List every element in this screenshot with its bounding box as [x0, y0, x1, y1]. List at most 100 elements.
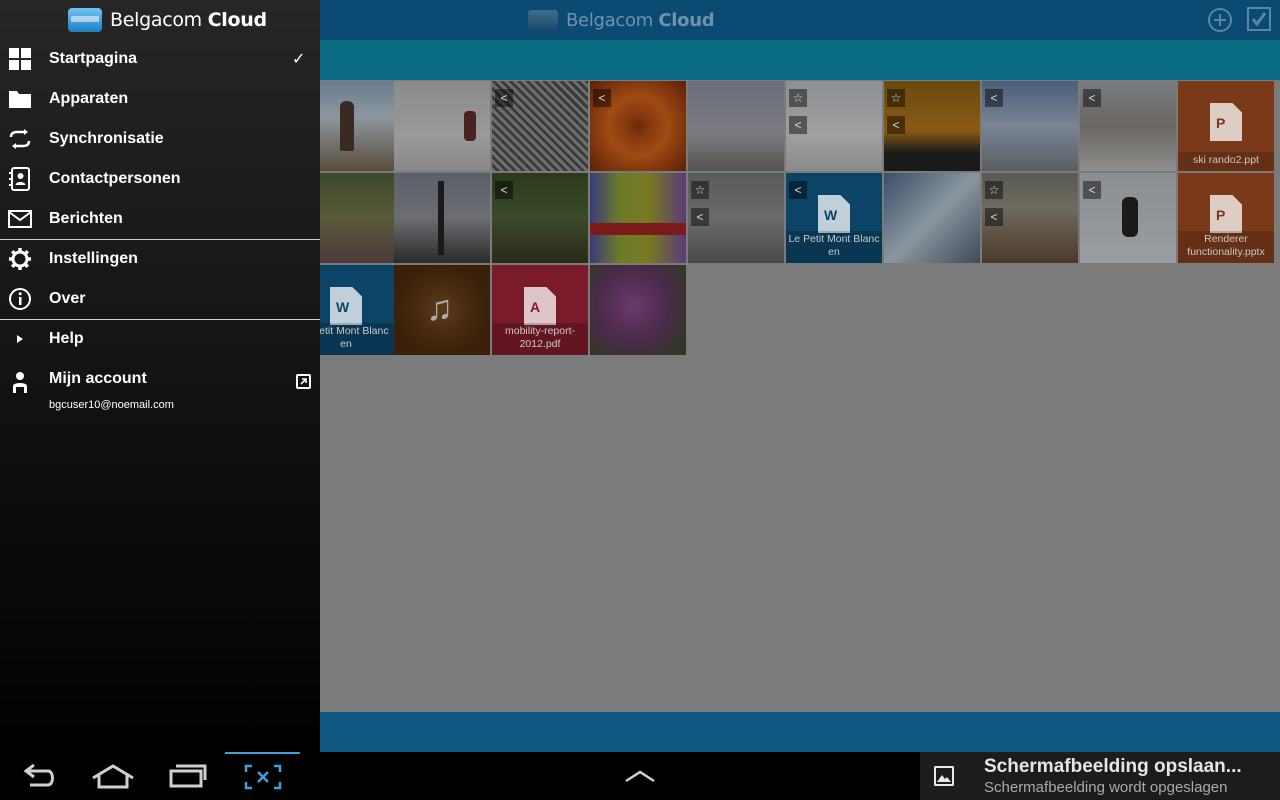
share-icon: < — [495, 181, 513, 199]
menu-item-label: Contactpersonen — [49, 170, 181, 187]
back-button[interactable] — [4, 752, 74, 800]
grid-icon — [9, 48, 31, 70]
menu-item-synchronisatie[interactable]: Synchronisatie — [0, 119, 320, 159]
menu-item-label: Mijn account — [49, 370, 147, 387]
play-icon — [17, 335, 23, 343]
screenshot-icon — [244, 764, 282, 790]
music-icon: ♫ — [426, 287, 453, 328]
grid-tile[interactable]: < — [1080, 81, 1176, 171]
star-icon[interactable]: ☆ — [985, 181, 1003, 199]
app-brand-dimmed: Belgacom Cloud — [528, 7, 715, 33]
tile-caption: Renderer functionality.pptx — [1178, 231, 1274, 263]
menu-item-instellingen[interactable]: Instellingen — [0, 239, 320, 279]
menu-item-startpagina[interactable]: Startpagina ✓ — [0, 39, 320, 79]
add-icon[interactable] — [1208, 8, 1232, 32]
external-link-icon[interactable] — [296, 374, 311, 389]
grid-tile[interactable]: < — [1080, 173, 1176, 263]
grid-tile[interactable] — [884, 173, 980, 263]
grid-tile[interactable] — [590, 265, 686, 355]
screen: Belgacom Cloud < < ☆ < ☆ < < < P ski ran… — [0, 0, 1280, 800]
menu-item-label: Help — [49, 330, 84, 347]
drawer-header: Belgacom Cloud — [0, 0, 320, 38]
screenshot-button[interactable] — [228, 752, 298, 800]
menu-item-label: Over — [49, 290, 86, 307]
grid-tile[interactable]: ☆ < — [884, 81, 980, 171]
tile-caption: mobility-report-2012.pdf — [492, 323, 588, 355]
menu-item-label: Startpagina — [49, 50, 138, 67]
menu-item-label: Apparaten — [49, 90, 129, 107]
info-icon — [9, 288, 31, 310]
grid-tile[interactable]: ☆ < — [982, 173, 1078, 263]
home-button[interactable] — [78, 752, 148, 800]
tile-caption: Le Petit Mont Blanc en — [786, 231, 882, 263]
share-icon: < — [593, 89, 611, 107]
menu-item-apparaten[interactable]: Apparaten — [0, 79, 320, 119]
app-title-regular: Belgacom — [110, 9, 202, 31]
menu-item-label: Synchronisatie — [49, 130, 164, 147]
contacts-icon — [9, 167, 30, 191]
share-icon: < — [985, 208, 1003, 226]
grid-tile[interactable]: < — [492, 81, 588, 171]
notification-title: Schermafbeelding opslaan... — [984, 756, 1242, 777]
belgacom-logo-icon — [68, 8, 102, 32]
selected-check-icon: ✓ — [292, 51, 306, 68]
grid-tile[interactable]: A mobility-report-2012.pdf — [492, 265, 588, 355]
account-email: bgcuser10@noemail.com — [49, 399, 174, 411]
notification-subtitle: Schermafbeelding wordt opgeslagen — [984, 779, 1228, 796]
belgacom-logo-icon — [528, 10, 558, 30]
menu-item-over[interactable]: Over — [0, 279, 320, 319]
grid-tile[interactable]: ☆ < — [786, 81, 882, 171]
menu-item-label: Berichten — [49, 210, 123, 227]
star-icon[interactable]: ☆ — [887, 89, 905, 107]
system-bar-expand-button[interactable] — [605, 752, 675, 800]
grid-tile[interactable] — [590, 173, 686, 263]
app-title-regular: Belgacom — [566, 9, 653, 31]
gear-icon — [9, 248, 31, 270]
share-icon: < — [1083, 89, 1101, 107]
grid-tile[interactable]: P Renderer functionality.pptx — [1178, 173, 1274, 263]
share-icon: < — [789, 116, 807, 134]
person-icon — [13, 372, 27, 393]
home-icon — [92, 764, 134, 789]
mail-icon — [8, 210, 32, 228]
word-icon: W — [818, 195, 850, 233]
sync-icon — [9, 129, 31, 149]
tile-caption: ski rando2.ppt — [1178, 152, 1274, 171]
word-icon: W — [330, 287, 362, 325]
grid-tile[interactable]: < W Le Petit Mont Blanc en — [786, 173, 882, 263]
screenshot-notification[interactable]: Schermafbeelding opslaan... Schermafbeel… — [920, 752, 1280, 800]
grid-tile[interactable]: < — [982, 81, 1078, 171]
app-title-bold: Cloud — [658, 9, 715, 31]
grid-tile[interactable]: < — [590, 81, 686, 171]
folder-icon — [9, 91, 31, 108]
app-title-bold: Cloud — [207, 9, 267, 31]
grid-tile[interactable]: ☆ < — [688, 173, 784, 263]
menu-item-help[interactable]: Help — [0, 319, 320, 359]
image-icon — [934, 766, 954, 786]
navigation-drawer: Belgacom Cloud Startpagina ✓ Apparaten S… — [0, 0, 320, 752]
recent-apps-icon — [169, 764, 207, 788]
recent-apps-button[interactable] — [153, 752, 223, 800]
share-icon: < — [495, 89, 513, 107]
share-icon: < — [887, 116, 905, 134]
star-icon[interactable]: ☆ — [789, 89, 807, 107]
chevron-up-icon — [625, 770, 655, 783]
powerpoint-icon: P — [1210, 195, 1242, 233]
select-mode-icon[interactable] — [1247, 7, 1271, 31]
grid-tile[interactable]: ♫ — [394, 265, 490, 355]
share-icon: < — [789, 181, 807, 199]
grid-tile[interactable]: < — [492, 173, 588, 263]
star-icon[interactable]: ☆ — [691, 181, 709, 199]
app-brand: Belgacom Cloud — [68, 7, 267, 33]
menu-item-label: Instellingen — [49, 250, 138, 267]
menu-item-berichten[interactable]: Berichten — [0, 199, 320, 239]
powerpoint-icon: P — [1210, 103, 1242, 141]
grid-tile[interactable] — [688, 81, 784, 171]
share-icon: < — [1083, 181, 1101, 199]
menu-item-mijn-account[interactable]: Mijn account — [0, 359, 320, 399]
menu-item-contactpersonen[interactable]: Contactpersonen — [0, 159, 320, 199]
grid-tile[interactable] — [394, 173, 490, 263]
grid-tile[interactable]: P ski rando2.ppt — [1178, 81, 1274, 171]
share-icon: < — [985, 89, 1003, 107]
grid-tile[interactable] — [394, 81, 490, 171]
